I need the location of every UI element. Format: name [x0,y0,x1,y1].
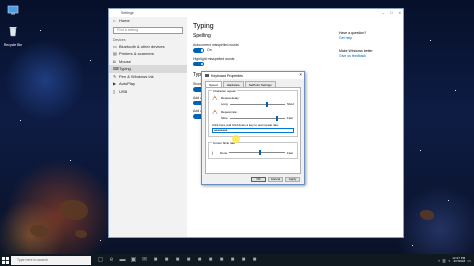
nav-home[interactable]: ⌂ Home [109,17,187,25]
dialog-tabs: Speed Hardware SetPoint Settings [202,79,304,87]
recycle-bin-icon [9,27,17,37]
character-repeat-group: Character repeat ᗅ Repeat delay: Long Sh… [208,89,298,137]
app-icon[interactable]: ■ [207,257,214,264]
dialog-title: Keyboard Properties [211,73,243,78]
taskbar-clock[interactable]: 12:27 PM 4/7/2018 [452,256,466,264]
repeat-rate-icon: ᗅ [212,110,218,116]
settings-titlebar[interactable]: Settings – □ × [109,9,403,17]
nav-home-label: Home [119,18,130,24]
app-icon[interactable]: ■ [174,257,181,264]
sidebar-item-printers[interactable]: ▤ Printers & scanners [109,50,187,58]
slider-max-label: Short [287,102,295,106]
mouse-cursor-highlight [232,135,240,143]
app-icon[interactable]: ■ [196,257,203,264]
clock-date: 4/7/2018 [453,259,466,263]
page-title: Typing [193,23,214,30]
slider-min-label: None [220,150,228,155]
sidebar-item-autoplay[interactable]: ▶ AutoPlay [109,80,187,88]
windows-logo-icon [1,256,9,264]
highlight-toggle[interactable] [193,61,204,66]
desktop-icon-recycle-bin[interactable]: Recycle Bin [2,24,24,47]
slider-min-label: Long [221,102,228,106]
maximize-button[interactable]: □ [390,10,392,15]
app-icon[interactable]: ■ [240,257,247,264]
dialog-titlebar[interactable]: Keyboard Properties × [202,72,304,79]
repeat-delay-label: Repeat delay: [221,96,240,100]
sidebar-item-mouse[interactable]: ◘ Mouse [109,58,187,66]
notifications-icon[interactable]: ▭ [467,258,471,263]
slider-thumb[interactable] [275,115,278,121]
window-title: Settings [121,11,134,15]
get-help-link[interactable]: Get help [339,36,399,40]
dialog-buttons: OK Cancel Apply [251,177,300,182]
sidebar-item-pen[interactable]: ✎ Pen & Windows Ink [109,73,187,81]
sidebar-item-label: Typing [119,66,131,72]
settings-nav: ⌂ Home Find a setting Devices ▭ Bluetoot… [109,17,187,237]
minimize-button[interactable]: – [382,10,384,15]
keyboard-icon [205,74,209,77]
dialog-close-button[interactable]: × [299,72,302,77]
slider-thumb[interactable] [265,101,268,107]
repeat-rate-slider[interactable] [230,115,285,121]
chevron-up-icon[interactable]: ˄ [438,258,440,263]
sidebar-item-label: Mouse [119,58,132,64]
app-icon[interactable]: ■ [185,257,192,264]
desktop-icon-label: Recycle Bin [3,43,23,47]
repeat-delay-icon: ᗅ [212,96,218,102]
app-icon[interactable]: ■ [229,257,236,264]
group-label: Character repeat [212,89,237,93]
cursor-blink-group: Cursor blink rate | None Fast [208,141,298,159]
task-view-icon[interactable]: ▢ [97,257,104,264]
feedback-link[interactable]: Give us feedback [339,54,399,58]
pinned-apps: ▢ e ▬ ▣ ✉ ■ ■ ■ ■ ■ ■ ■ ■ ■ ■ [97,257,258,264]
cursor-blink-slider[interactable] [229,150,285,155]
cursor-icon: | [212,150,214,155]
feedback-title: Make Windows better [339,49,373,53]
sidebar-item-label: AutoPlay [119,81,136,87]
slider-max-label: Fast [287,150,293,155]
cancel-button[interactable]: Cancel [268,177,283,182]
volume-icon[interactable]: ◖ [448,258,450,263]
test-repeat-input[interactable]: aaaaaaaa [212,128,294,133]
help-title: Have a question? [339,31,367,35]
taskbar-search-input[interactable]: Type here to search [11,255,91,265]
test-repeat-label: Click here and hold down a key to test r… [212,123,279,127]
store-icon[interactable]: ▣ [130,257,137,264]
app-icon[interactable]: ■ [152,257,159,264]
sidebar-item-bluetooth[interactable]: ▭ Bluetooth & other devices [109,43,187,51]
slider-thumb[interactable] [258,150,261,155]
network-icon[interactable]: ▥ [442,258,446,263]
sidebar-item-usb[interactable]: ▯ USB [109,88,187,96]
mail-icon[interactable]: ✉ [141,257,148,264]
monitor-icon [7,5,19,15]
related-links: Have a question? Get help Make Windows b… [339,31,399,58]
autocorrect-toggle[interactable] [193,48,204,53]
dialog-body: Character repeat ᗅ Repeat delay: Long Sh… [205,87,301,174]
ok-button[interactable]: OK [251,177,266,182]
apply-button[interactable]: Apply [285,177,300,182]
desktop-icon-this-pc[interactable] [2,3,24,21]
sidebar-item-label: USB [119,88,128,94]
start-button[interactable] [0,254,10,266]
explorer-icon[interactable]: ▬ [119,257,126,264]
sidebar-item-label: Pen & Windows Ink [119,73,154,79]
settings-search-input[interactable]: Find a setting [113,26,183,34]
app-icon[interactable]: ■ [218,257,225,264]
repeat-rate-label: Repeat rate: [221,110,238,114]
taskbar: Type here to search ▢ e ▬ ▣ ✉ ■ ■ ■ ■ ■ ■ ■ ■ ■ ■ ˄ ▥ … [0,254,474,266]
edge-icon[interactable]: e [108,257,115,264]
sidebar-item-label: Printers & scanners [119,51,154,57]
close-button[interactable]: × [399,10,401,15]
sidebar-item-label: Bluetooth & other devices [119,43,165,49]
app-icon[interactable]: ■ [251,257,258,264]
system-tray: ˄ ▥ ◖ 12:27 PM 4/7/2018 ▭ [438,254,471,266]
slider-max-label: Fast [287,116,293,120]
repeat-delay-slider[interactable] [230,101,285,107]
keyboard-properties-dialog: Keyboard Properties × Speed Hardware Set… [201,71,305,185]
app-icon[interactable]: ■ [163,257,170,264]
slider-min-label: Slow [221,116,228,120]
sidebar-item-typing[interactable]: ⌨ Typing [109,65,187,73]
autocorrect-state: On [207,48,212,53]
